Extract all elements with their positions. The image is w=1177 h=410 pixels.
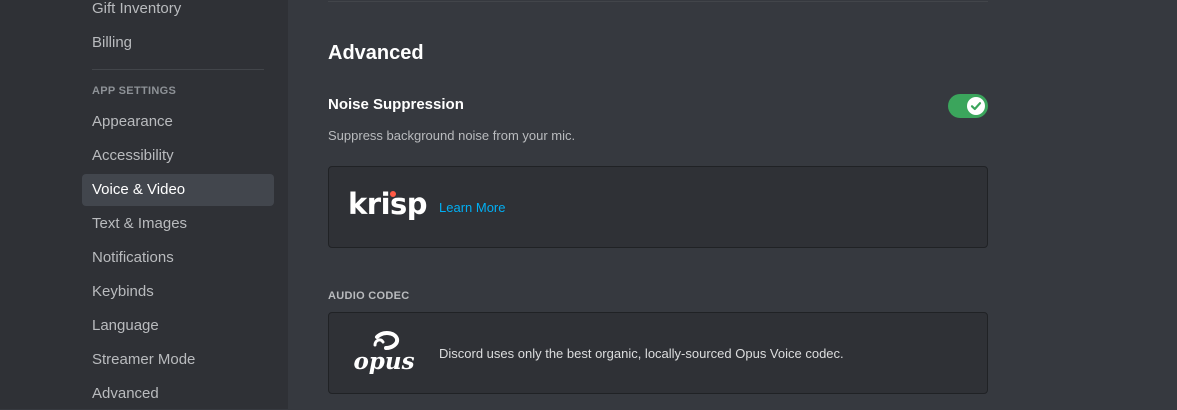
sidebar-item-notifications[interactable]: Notifications (82, 242, 274, 274)
noise-suppression-title: Noise Suppression (328, 96, 464, 113)
toggle-knob (967, 97, 985, 115)
opus-logo: opus (353, 331, 415, 375)
krisp-logo-dot (390, 191, 396, 197)
sidebar-divider (92, 69, 264, 70)
learn-more-link[interactable]: Learn More (439, 200, 505, 215)
sidebar-item-appearance[interactable]: Appearance (82, 106, 274, 138)
section-divider (328, 1, 988, 2)
opus-description: Discord uses only the best organic, loca… (439, 346, 844, 361)
sidebar-item-gift-inventory[interactable]: Gift Inventory (82, 0, 274, 25)
opus-card: opus Discord uses only the best organic,… (328, 312, 988, 394)
krisp-card: krisp Learn More (328, 166, 988, 248)
sidebar-item-voice-video[interactable]: Voice & Video (82, 174, 274, 206)
sidebar-item-advanced[interactable]: Advanced (82, 378, 274, 410)
sidebar-item-keybinds[interactable]: Keybinds (82, 276, 274, 308)
sidebar-item-text-images[interactable]: Text & Images (82, 208, 274, 240)
section-title: Advanced (328, 42, 424, 64)
sidebar-item-language[interactable]: Language (82, 310, 274, 342)
sidebar-item-streamer-mode[interactable]: Streamer Mode (82, 344, 274, 376)
sidebar-header-app-settings: APP SETTINGS (92, 85, 177, 97)
noise-suppression-toggle[interactable] (948, 94, 988, 118)
noise-suppression-description: Suppress background noise from your mic. (328, 128, 576, 143)
settings-sidebar: Gift Inventory Billing APP SETTINGS Appe… (0, 0, 288, 409)
sidebar-item-accessibility[interactable]: Accessibility (82, 140, 274, 172)
settings-content: Advanced Noise Suppression Suppress back… (288, 0, 1177, 409)
krisp-logo: krisp (348, 187, 428, 221)
opus-logo-text: opus (353, 348, 414, 375)
checkmark-icon (970, 102, 982, 111)
audio-codec-label: AUDIO CODEC (328, 290, 410, 302)
sidebar-item-billing[interactable]: Billing (82, 27, 274, 59)
